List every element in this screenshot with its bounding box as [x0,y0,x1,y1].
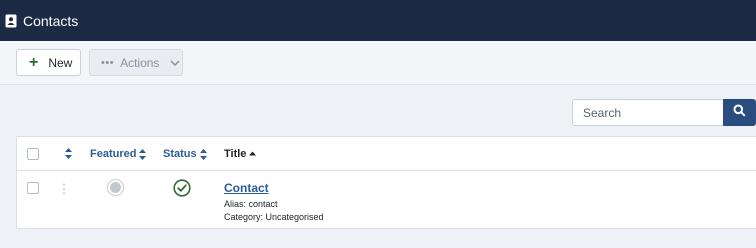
title-column-header[interactable]: Title [224,148,257,160]
ordering-sort-header[interactable] [62,148,72,159]
status-column-header[interactable]: Status [163,148,207,160]
new-button[interactable]: + New [16,49,81,76]
row-checkbox[interactable] [27,182,39,194]
chevron-down-icon [169,57,181,69]
table-row: Contact Alias: contact Category: Uncateg… [17,171,756,229]
check-circle-icon [173,179,191,197]
featured-header-label: Featured [90,148,137,160]
published-status-toggle[interactable] [173,179,191,197]
search-button[interactable] [723,99,756,126]
address-book-icon [5,14,17,28]
sort-icon [65,148,72,159]
drag-handle-icon[interactable] [62,182,66,195]
app-header: Contacts [0,0,756,41]
unfeatured-icon [110,182,121,193]
search-bar [572,99,756,126]
sort-icon [139,148,147,160]
select-all-checkbox[interactable] [27,148,39,160]
contact-title-link[interactable]: Contact [224,181,269,195]
actions-button[interactable]: ••• Actions [89,49,183,76]
search-icon [733,104,746,122]
sort-ascending-icon [249,149,257,160]
page-title: Contacts [23,12,79,29]
featured-column-header[interactable]: Featured [90,148,147,160]
contacts-table: Featured Status Title Contact Alias: con… [16,136,756,229]
contact-alias: Alias: contact [224,199,278,209]
contact-category: Category: Uncategorised [224,212,324,222]
ellipsis-icon: ••• [101,56,115,69]
search-input[interactable] [572,99,723,126]
table-header: Featured Status Title [17,137,756,171]
plus-icon: + [29,53,39,71]
status-header-label: Status [163,148,197,160]
actions-button-label: Actions [120,55,160,70]
new-button-label: New [48,55,73,70]
toolbar: + New ••• Actions [0,41,756,85]
sort-icon [199,148,207,160]
featured-toggle[interactable] [107,179,124,196]
title-header-label: Title [224,148,247,160]
